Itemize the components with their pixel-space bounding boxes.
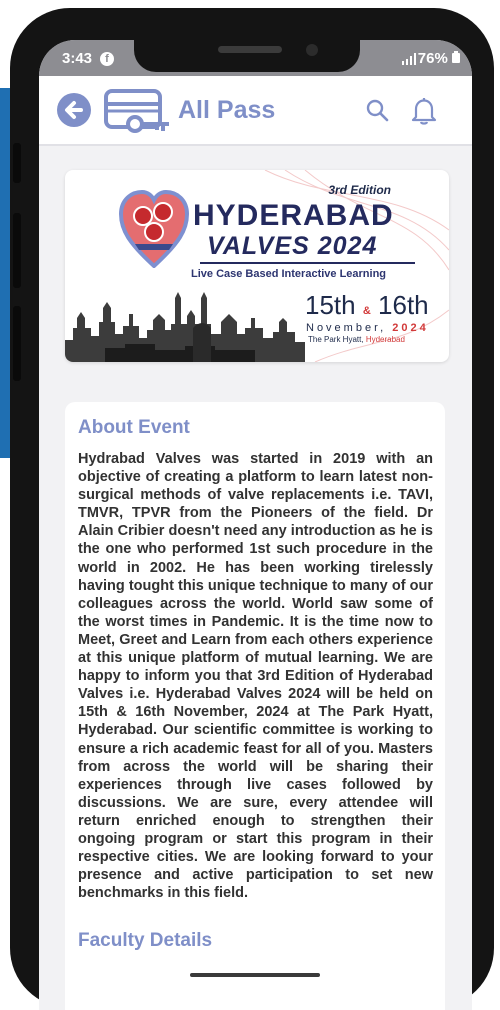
banner-venue-name: The Park Hyatt, — [308, 335, 364, 344]
search-button[interactable] — [365, 98, 389, 127]
back-button[interactable] — [57, 93, 91, 127]
banner-month-label: November, — [306, 322, 387, 334]
banner-year: 2024 — [392, 322, 429, 334]
search-icon — [366, 99, 389, 122]
arrow-left-icon — [65, 101, 83, 119]
app-screen: 3:43 f 76% All Pass 3rd Edition HYDERABA… — [39, 40, 472, 1010]
facebook-icon: f — [100, 52, 114, 66]
banner-month: November, 2024 — [306, 322, 429, 334]
app-bar: All Pass — [39, 76, 472, 146]
banner-title: HYDERABAD — [193, 199, 394, 232]
event-banner: 3rd Edition HYDERABAD VALVES 2024 Live C… — [65, 170, 449, 362]
about-event-description: Hydrabad Valves was started in 2019 with… — [78, 451, 433, 902]
status-time: 3:43 — [62, 50, 93, 67]
phone-side-button — [13, 143, 21, 183]
banner-venue: The Park Hyatt, Hyderabad — [308, 335, 405, 344]
battery-icon — [452, 51, 460, 63]
banner-divider — [200, 262, 415, 264]
pass-card-icon — [103, 86, 173, 141]
banner-date-end: 16th — [378, 290, 429, 320]
banner-edition: 3rd Edition — [328, 183, 391, 197]
phone-volume-up-button — [13, 213, 21, 288]
about-event-card: About Event Hydrabad Valves was started … — [65, 402, 445, 1010]
front-camera — [306, 44, 318, 56]
battery-status: 76% — [418, 50, 460, 67]
hyderabad-valves-logo — [118, 188, 190, 273]
speaker-grille — [218, 46, 282, 53]
notifications-button[interactable] — [410, 96, 438, 131]
page-title: All Pass — [178, 96, 276, 124]
bell-icon — [411, 98, 437, 125]
battery-percent: 76% — [417, 50, 448, 67]
about-event-heading: About Event — [78, 417, 190, 438]
banner-subtitle: VALVES 2024 — [207, 232, 378, 260]
home-indicator[interactable] — [190, 973, 320, 977]
phone-notch — [134, 40, 360, 72]
banner-dates: 15th & 16th — [305, 290, 429, 321]
city-skyline-image — [65, 278, 305, 362]
banner-date-amp: & — [362, 305, 371, 317]
faculty-details-heading[interactable]: Faculty Details — [78, 930, 212, 952]
banner-city: Hyderabad — [365, 335, 405, 344]
banner-date-start: 15th — [305, 290, 356, 320]
phone-volume-down-button — [13, 306, 21, 381]
